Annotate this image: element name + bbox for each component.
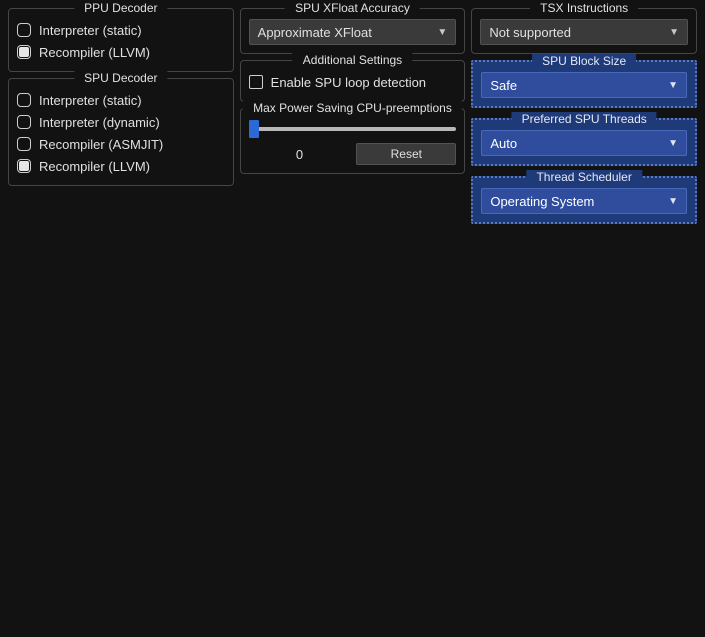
thread-scheduler-group: Thread Scheduler Operating System ▼	[471, 176, 697, 224]
option-label: Recompiler (LLVM)	[39, 45, 150, 60]
chevron-down-icon: ▼	[668, 196, 678, 207]
preferred-spu-threads-group: Preferred SPU Threads Auto ▼	[471, 118, 697, 166]
additional-title: Additional Settings	[293, 53, 412, 67]
chevron-down-icon: ▼	[669, 27, 679, 38]
tsx-select[interactable]: Not supported ▼	[480, 19, 688, 45]
block-size-title: SPU Block Size	[532, 54, 636, 68]
option-label: Interpreter (static)	[39, 23, 142, 38]
tsx-title: TSX Instructions	[530, 1, 638, 15]
radio-icon	[17, 115, 31, 129]
chevron-down-icon: ▼	[668, 80, 678, 91]
checkbox-label: Enable SPU loop detection	[271, 75, 426, 90]
spu-threads-select[interactable]: Auto ▼	[481, 130, 687, 156]
ppu-decoder-title: PPU Decoder	[74, 1, 167, 15]
spu-decoder-option[interactable]: Recompiler (ASMJIT)	[17, 133, 225, 155]
preemptions-group: Max Power Saving CPU-preemptions 0 Reset	[240, 108, 466, 174]
select-value: Approximate XFloat	[258, 25, 372, 40]
scheduler-select[interactable]: Operating System ▼	[481, 188, 687, 214]
select-value: Not supported	[489, 25, 571, 40]
xfloat-select[interactable]: Approximate XFloat ▼	[249, 19, 457, 45]
select-value: Operating System	[490, 194, 594, 209]
spu-block-size-group: SPU Block Size Safe ▼	[471, 60, 697, 108]
chevron-down-icon: ▼	[668, 138, 678, 149]
select-value: Safe	[490, 78, 517, 93]
spu-threads-title: Preferred SPU Threads	[512, 112, 657, 126]
slider-thumb-icon[interactable]	[249, 120, 259, 138]
checkbox-icon	[249, 75, 263, 89]
block-size-select[interactable]: Safe ▼	[481, 72, 687, 98]
select-value: Auto	[490, 136, 517, 151]
radio-icon	[17, 23, 31, 37]
highlighted-group-container: SPU Block Size Safe ▼ Preferred SPU Thre…	[471, 60, 697, 224]
scheduler-title: Thread Scheduler	[526, 170, 641, 184]
option-label: Interpreter (dynamic)	[39, 115, 160, 130]
chevron-down-icon: ▼	[437, 27, 447, 38]
xfloat-accuracy-group: SPU XFloat Accuracy Approximate XFloat ▼	[240, 8, 466, 54]
radio-icon	[17, 45, 31, 59]
ppu-decoder-option[interactable]: Recompiler (LLVM)	[17, 41, 225, 63]
xfloat-title: SPU XFloat Accuracy	[285, 1, 420, 15]
ppu-decoder-group: PPU Decoder Interpreter (static) Recompi…	[8, 8, 234, 72]
enable-spu-loop-detection-checkbox[interactable]: Enable SPU loop detection	[249, 71, 457, 93]
preemptions-reset-button[interactable]: Reset	[356, 143, 456, 165]
preemptions-slider[interactable]	[249, 127, 457, 131]
spu-decoder-title: SPU Decoder	[74, 71, 167, 85]
radio-icon	[17, 159, 31, 173]
spu-decoder-group: SPU Decoder Interpreter (static) Interpr…	[8, 78, 234, 186]
radio-icon	[17, 137, 31, 151]
spu-decoder-option[interactable]: Recompiler (LLVM)	[17, 155, 225, 177]
ppu-decoder-option[interactable]: Interpreter (static)	[17, 19, 225, 41]
spu-decoder-option[interactable]: Interpreter (dynamic)	[17, 111, 225, 133]
spu-decoder-option[interactable]: Interpreter (static)	[17, 89, 225, 111]
preemptions-title: Max Power Saving CPU-preemptions	[243, 101, 462, 115]
option-label: Recompiler (ASMJIT)	[39, 137, 163, 152]
preemptions-value: 0	[249, 147, 351, 162]
option-label: Recompiler (LLVM)	[39, 159, 150, 174]
option-label: Interpreter (static)	[39, 93, 142, 108]
radio-icon	[17, 93, 31, 107]
additional-settings-group: Additional Settings Enable SPU loop dete…	[240, 60, 466, 102]
tsx-instructions-group: TSX Instructions Not supported ▼	[471, 8, 697, 54]
